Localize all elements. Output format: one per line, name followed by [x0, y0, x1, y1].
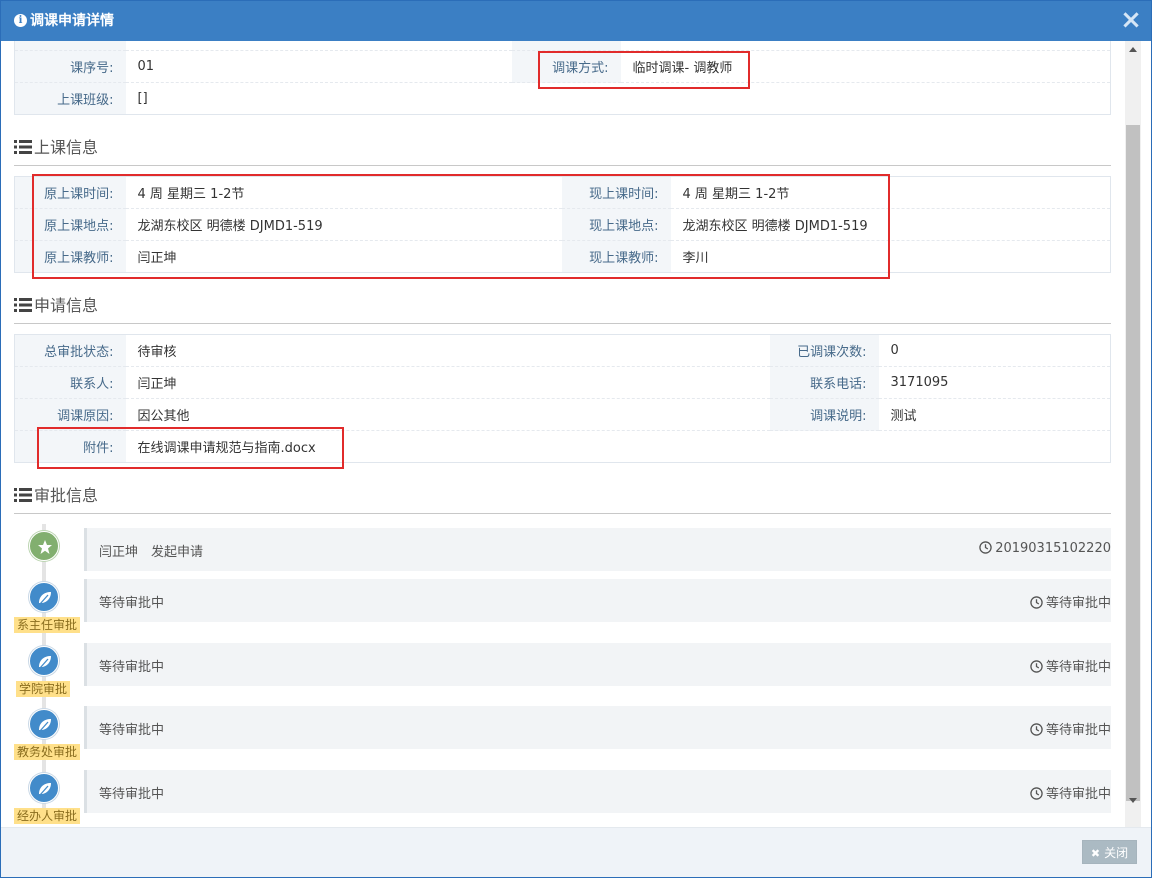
section-title-apply-info: 申请信息	[14, 296, 1111, 324]
timeline-item-time: 等待审批中	[1030, 656, 1111, 675]
timeline-item: 等待审批中 等待审批中	[84, 770, 1111, 813]
highlight-box-method	[538, 51, 750, 89]
leaf-icon	[39, 656, 51, 669]
list-icon	[14, 140, 32, 154]
leaf-icon	[39, 719, 51, 732]
timeline-item-text: 等待审批中	[99, 660, 165, 675]
section-title-text: 申请信息	[34, 296, 99, 315]
timeline-item: 等待审批中 等待审批中	[84, 706, 1111, 749]
timeline-time-text: 20190315102220	[995, 541, 1111, 556]
leaf-icon	[39, 592, 51, 605]
timeline-item: 等待审批中 等待审批中	[84, 643, 1111, 686]
contact-value: 闫正坤	[125, 366, 770, 399]
timeline-item-time: 等待审批中	[1030, 592, 1111, 611]
timeline-step-tag: 经办人审批	[14, 808, 81, 824]
scroll-down-arrow-icon[interactable]	[1129, 798, 1137, 803]
clock-icon	[1030, 660, 1043, 673]
count-value: 0	[878, 334, 1111, 367]
section-title-class-info: 上课信息	[14, 138, 1111, 166]
course-no-label: 课序号:	[14, 50, 126, 83]
status-value: 待审核	[125, 334, 770, 367]
dialog-titlebar: i 调课申请详情 ×	[1, 1, 1151, 41]
close-button[interactable]: ✖ 关闭	[1082, 840, 1137, 864]
timeline-time-text: 等待审批中	[1045, 596, 1111, 611]
phone-value: 3171095	[878, 366, 1111, 399]
info-icon: i	[14, 14, 27, 27]
timeline-time-text: 等待审批中	[1045, 660, 1111, 675]
timeline-step-tag: 学院审批	[16, 681, 71, 697]
timeline-time-text: 等待审批中	[1045, 787, 1111, 802]
section-title-text: 审批信息	[34, 486, 99, 505]
timeline-step-tag: 教务处审批	[14, 744, 81, 760]
section-title-approval: 审批信息	[14, 486, 1111, 514]
star-icon	[38, 540, 52, 554]
class-label: 上课班级:	[14, 82, 126, 115]
timeline-item-time: 等待审批中	[1030, 783, 1111, 802]
timeline-item: 闫正坤 发起申请 20190315102220	[84, 528, 1111, 571]
timeline-node	[29, 531, 59, 561]
timeline-node	[29, 709, 59, 739]
reason-value: 因公其他	[125, 398, 770, 431]
reason-label: 调课原因:	[14, 398, 126, 431]
dialog: i 调课申请详情 × 课序号: 01 调课方式: 临时调课- 调教师 上课班级:…	[0, 0, 1152, 878]
section-title-text: 上课信息	[34, 138, 99, 157]
dialog-footer: ✖ 关闭	[1, 827, 1151, 877]
table-row: 总审批状态: 待审核 已调课次数: 0	[14, 334, 1111, 367]
dialog-title: 调课申请详情	[30, 13, 114, 29]
timeline-item-text: 闫正坤 发起申请	[99, 545, 204, 560]
class-value: []	[137, 91, 148, 106]
list-icon	[14, 298, 32, 312]
status-label: 总审批状态:	[14, 334, 126, 367]
timeline-time-text: 等待审批中	[1045, 723, 1111, 738]
table-row: 联系人: 闫正坤 联系电话: 3171095	[14, 366, 1111, 399]
close-button-label: 关闭	[1104, 846, 1129, 860]
vertical-scrollbar[interactable]	[1125, 41, 1141, 827]
highlight-box-attachment	[37, 427, 344, 469]
clock-icon	[1030, 787, 1043, 800]
timeline-item-text: 等待审批中	[99, 787, 165, 802]
scrollbar-thumb[interactable]	[1126, 125, 1140, 801]
clock-icon	[1030, 723, 1043, 736]
phone-label: 联系电话:	[769, 366, 879, 399]
highlight-box-class-info	[32, 174, 890, 279]
timeline-item-text: 等待审批中	[99, 596, 165, 611]
timeline-step-tag: 系主任审批	[14, 617, 81, 633]
list-icon	[14, 488, 32, 502]
timeline-node	[29, 773, 59, 803]
table-row: 调课原因: 因公其他 调课说明: 测试	[14, 398, 1111, 431]
timeline-item-time: 20190315102220	[979, 541, 1111, 556]
timeline-item: 等待审批中 等待审批中	[84, 579, 1111, 622]
timeline-node	[29, 582, 59, 612]
contact-label: 联系人:	[14, 366, 126, 399]
timeline-item-time: 等待审批中	[1030, 719, 1111, 738]
clock-icon	[1030, 596, 1043, 609]
close-x-icon: ✖	[1090, 847, 1101, 860]
scroll-up-arrow-icon[interactable]	[1129, 47, 1137, 52]
timeline-item-text: 等待审批中	[99, 723, 165, 738]
count-label: 已调课次数:	[769, 334, 879, 367]
table-row	[14, 41, 1111, 51]
timeline-node	[29, 646, 59, 676]
note-label: 调课说明:	[769, 398, 879, 431]
course-no-value: 01	[125, 50, 512, 83]
leaf-icon	[39, 783, 51, 796]
clock-icon	[979, 541, 992, 554]
close-icon[interactable]: ×	[1119, 7, 1143, 33]
note-value: 测试	[878, 398, 1111, 431]
